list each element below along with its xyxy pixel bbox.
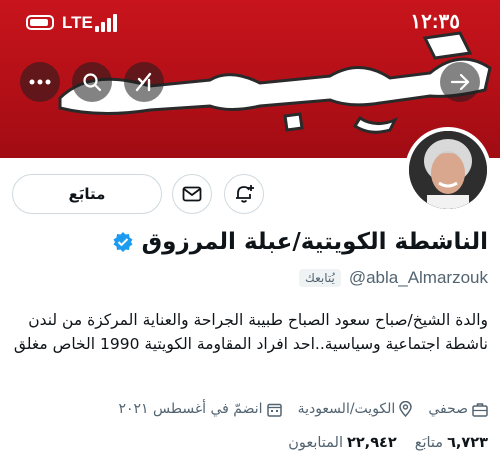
avatar[interactable] [405, 127, 491, 213]
following-count: ٦,٧٢٣ [447, 435, 488, 451]
profile-meta: صحفي الكويت/السعودية انضمّ في أغسطس ٢٠٢١ [10, 398, 488, 420]
profile-bio: والدة الشيخ/صباح سعود الصباح طبيبة الجرا… [13, 311, 488, 353]
status-time: ١٢:٣٥ [410, 11, 460, 33]
grok-button[interactable] [124, 62, 164, 102]
search-icon [83, 73, 102, 92]
verified-badge-icon[interactable] [112, 231, 134, 253]
following-label: متابَع [414, 435, 444, 451]
briefcase-icon [472, 402, 488, 417]
followers-stat[interactable]: ٢٢,٩٤٢ المتابعون [288, 435, 397, 451]
category-item: صحفي [428, 401, 488, 417]
followers-count: ٢٢,٩٤٢ [346, 435, 397, 451]
search-button[interactable] [72, 62, 112, 102]
name-row: الناشطة الكويتية/عبلة المرزوق [112, 222, 488, 262]
display-name: الناشطة الكويتية/عبلة المرزوق [141, 229, 488, 255]
grok-icon [135, 72, 152, 92]
follows-you-badge: يُتابعك [298, 269, 341, 287]
network-label: LTE [62, 13, 93, 32]
location-label: الكويت/السعودية [297, 401, 396, 417]
signal-icon [95, 14, 117, 32]
following-stat[interactable]: ٦,٧٢٣ متابَع [415, 435, 488, 451]
followers-label: المتابعون [288, 435, 343, 451]
following-button[interactable]: متابَع [12, 174, 162, 214]
message-button[interactable] [172, 174, 212, 214]
avatar-photo [409, 131, 487, 209]
handle-row: @abla_Almarzouk يُتابعك [298, 266, 488, 290]
more-button[interactable] [20, 62, 60, 102]
more-icon [29, 79, 51, 85]
profile-stats: ٦,٧٢٣ متابَع ٢٢,٩٤٢ المتابعون [288, 432, 488, 454]
notify-button[interactable] [224, 174, 264, 214]
user-handle: @abla_Almarzouk [348, 268, 488, 287]
joined-item: انضمّ في أغسطس ٢٠٢١ [118, 401, 282, 417]
bell-plus-icon [236, 185, 254, 203]
back-button[interactable] [440, 62, 480, 102]
envelope-icon [182, 186, 202, 202]
calendar-icon [266, 403, 282, 417]
category-label: صحفي [428, 401, 468, 417]
location-pin-icon [399, 401, 413, 417]
location-item: الكويت/السعودية [298, 401, 413, 417]
battery-icon [26, 15, 54, 30]
joined-label: انضمّ في أغسطس ٢٠٢١ [118, 401, 263, 417]
status-bar: LTE ١٢:٣٥ [0, 0, 500, 44]
arrow-right-icon [450, 73, 470, 91]
